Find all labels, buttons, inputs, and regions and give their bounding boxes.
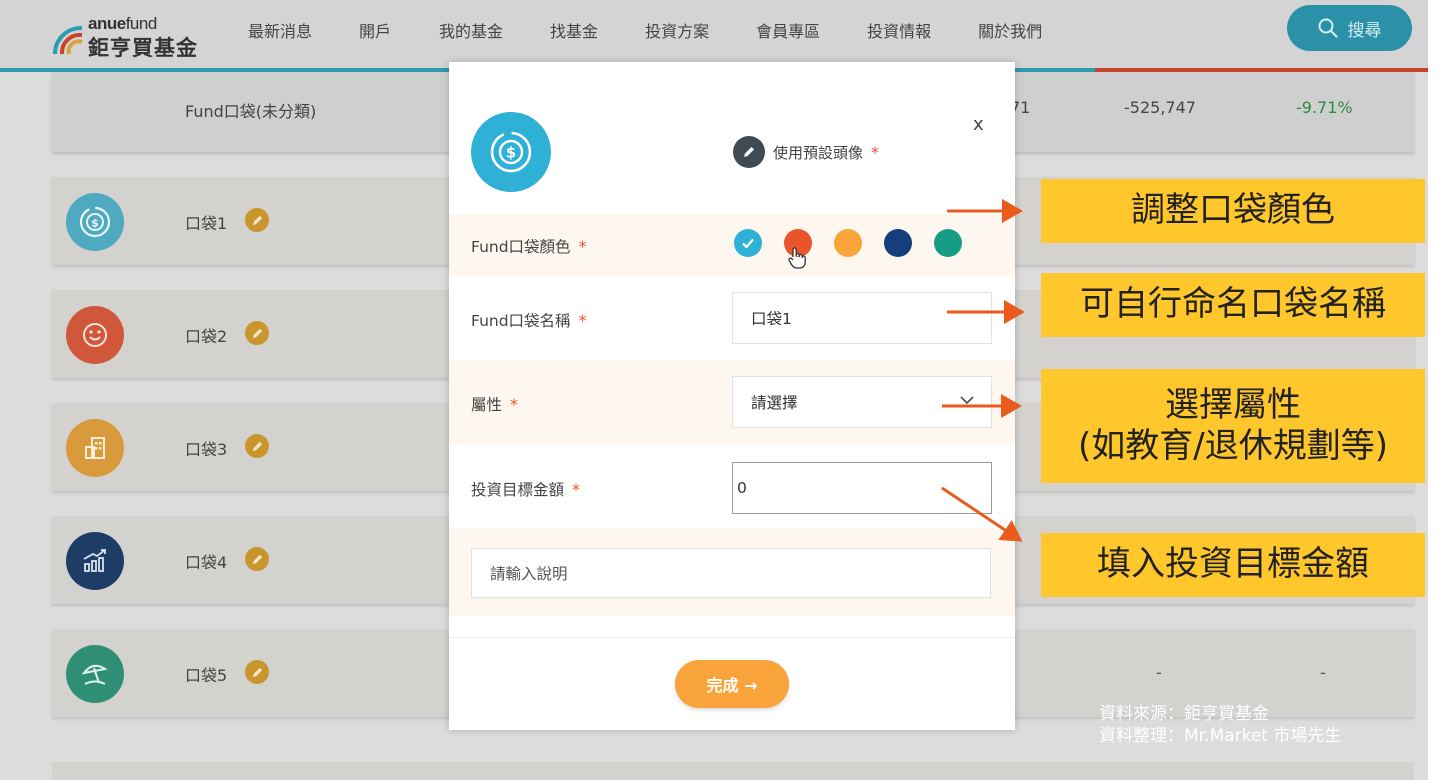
name-row: Fund口袋名稱 * 口袋1 — [449, 276, 1015, 360]
hand-cursor-icon — [788, 247, 806, 269]
pocket-avatar-5 — [66, 645, 124, 703]
target-amount-label: 投資目標金額 * — [471, 480, 581, 499]
nav-latest-news[interactable]: 最新消息 — [248, 18, 312, 42]
pocket-avatar-3 — [66, 419, 124, 477]
pocket-edit-button-5[interactable] — [245, 660, 269, 684]
annotation-name: 可自行命名口袋名稱 — [1041, 273, 1425, 337]
fund-row-label: Fund口袋(未分類) — [185, 102, 317, 121]
close-button[interactable]: x — [973, 114, 984, 135]
source-line-2: 資料整理：Mr.Market 市場先生 — [1099, 726, 1342, 747]
pocket-edit-button-4[interactable] — [245, 547, 269, 571]
attribute-select[interactable]: 請選擇 — [732, 376, 992, 428]
pencil-icon — [252, 667, 262, 677]
anue-fund-logo[interactable]: anuefund 鉅亨買基金 — [52, 14, 212, 60]
annotation-color: 調整口袋顏色 — [1041, 179, 1425, 243]
logo-arcs-icon — [53, 25, 83, 55]
default-avatar-label: 使用預設頭像 — [773, 143, 864, 162]
pocket-edit-button-2[interactable] — [245, 321, 269, 345]
attribute-label: 屬性 * — [471, 395, 519, 414]
dollar-coin-icon: $ — [490, 131, 532, 173]
pocket-avatar-2 — [66, 306, 124, 364]
logo-top-text: anuefund — [88, 14, 157, 33]
nav-my-funds[interactable]: 我的基金 — [439, 18, 503, 42]
pencil-icon — [252, 215, 262, 225]
color-swatch-navy[interactable] — [884, 229, 912, 257]
annotation-attribute-line1: 選擇屬性 — [1165, 384, 1301, 425]
target-amount-input[interactable]: 0 — [732, 462, 992, 514]
required-mark: * — [871, 142, 880, 162]
fund-row-return: -9.71% — [1296, 98, 1353, 117]
edit-pocket-dialog: x $ 使用預設頭像 * Fund口袋顏色 * Fund口袋名稱 * 口袋1 屬… — [449, 62, 1015, 730]
pocket-avatar-1: $ — [66, 193, 124, 251]
pencil-icon — [733, 136, 765, 168]
nav-investment-info[interactable]: 投資情報 — [867, 18, 931, 42]
nav-member-zone[interactable]: 會員專區 — [756, 18, 820, 42]
pencil-icon — [252, 441, 262, 451]
svg-text:$: $ — [506, 144, 516, 162]
pocket-label-4: 口袋4 — [185, 553, 228, 572]
pencil-icon — [252, 554, 262, 564]
done-button[interactable]: 完成 → — [675, 660, 789, 708]
pencil-icon — [252, 328, 262, 338]
source-line-1: 資料來源：鉅亨買基金 — [1099, 704, 1269, 724]
check-icon — [742, 238, 754, 249]
building-icon — [85, 437, 105, 459]
pocket-5-profit: - — [1156, 663, 1162, 682]
smile-face-icon — [83, 323, 107, 347]
svg-text:$: $ — [91, 217, 99, 230]
color-row: Fund口袋顏色 * — [449, 214, 1015, 276]
fund-row-profit: -525,747 — [1124, 98, 1196, 117]
color-swatch-orange[interactable] — [834, 229, 862, 257]
nav-investment-plans[interactable]: 投資方案 — [645, 18, 709, 42]
pocket-name-input[interactable]: 口袋1 — [732, 292, 992, 344]
description-row: 請輸入說明 — [449, 528, 1015, 616]
search-icon — [1318, 18, 1338, 38]
annotation-attribute-line2: (如教育/退休規劃等) — [1078, 426, 1388, 466]
pocket-label-2: 口袋2 — [185, 327, 228, 346]
pocket-label-3: 口袋3 — [185, 440, 228, 459]
beach-umbrella-icon — [81, 664, 108, 685]
modal-divider — [449, 637, 1015, 638]
chevron-down-icon — [960, 396, 974, 405]
pocket-avatar-preview[interactable]: $ — [471, 112, 551, 192]
color-swatches — [734, 229, 984, 257]
logo-bottom-text: 鉅亨買基金 — [88, 36, 198, 60]
color-swatch-blue-selected[interactable] — [734, 229, 762, 257]
nav-about-us[interactable]: 關於我們 — [978, 18, 1042, 42]
name-label: Fund口袋名稱 * — [471, 311, 587, 330]
annotation-target: 填入投資目標金額 — [1041, 533, 1425, 597]
source-note: 資料來源：鉅亨買基金 資料整理：Mr.Market 市場先生 — [1099, 703, 1341, 747]
growth-chart-icon — [83, 549, 106, 572]
color-label: Fund口袋顏色 * — [471, 237, 587, 256]
color-swatch-teal[interactable] — [934, 229, 962, 257]
pocket-label-1: 口袋1 — [185, 214, 228, 233]
nav-open-account[interactable]: 開戶 — [359, 18, 391, 42]
search-button[interactable]: 搜尋 — [1287, 5, 1412, 51]
site-header: anuefund 鉅亨買基金 最新消息 開戶 我的基金 找基金 投資方案 會員專… — [0, 0, 1428, 68]
main-nav: 最新消息 開戶 我的基金 找基金 投資方案 會員專區 投資情報 關於我們 — [248, 18, 1089, 42]
attribute-row: 屬性 * 請選擇 — [449, 360, 1015, 444]
pocket-label-5: 口袋5 — [185, 666, 228, 685]
search-button-label: 搜尋 — [1347, 20, 1382, 41]
pocket-edit-button-1[interactable] — [245, 208, 269, 232]
use-default-avatar[interactable]: 使用預設頭像 * — [733, 136, 879, 168]
annotation-attribute: 選擇屬性 (如教育/退休規劃等) — [1041, 369, 1425, 483]
dollar-coin-icon: $ — [79, 206, 111, 238]
attribute-select-value: 請選擇 — [751, 394, 798, 412]
description-input[interactable]: 請輸入說明 — [471, 548, 991, 598]
pocket-edit-button-3[interactable] — [245, 434, 269, 458]
pocket-5-return: - — [1320, 663, 1326, 682]
target-amount-row: 投資目標金額 * 0 — [449, 444, 1015, 528]
nav-find-funds[interactable]: 找基金 — [550, 18, 598, 42]
next-row-strip — [52, 762, 1414, 780]
pocket-avatar-4 — [66, 532, 124, 590]
